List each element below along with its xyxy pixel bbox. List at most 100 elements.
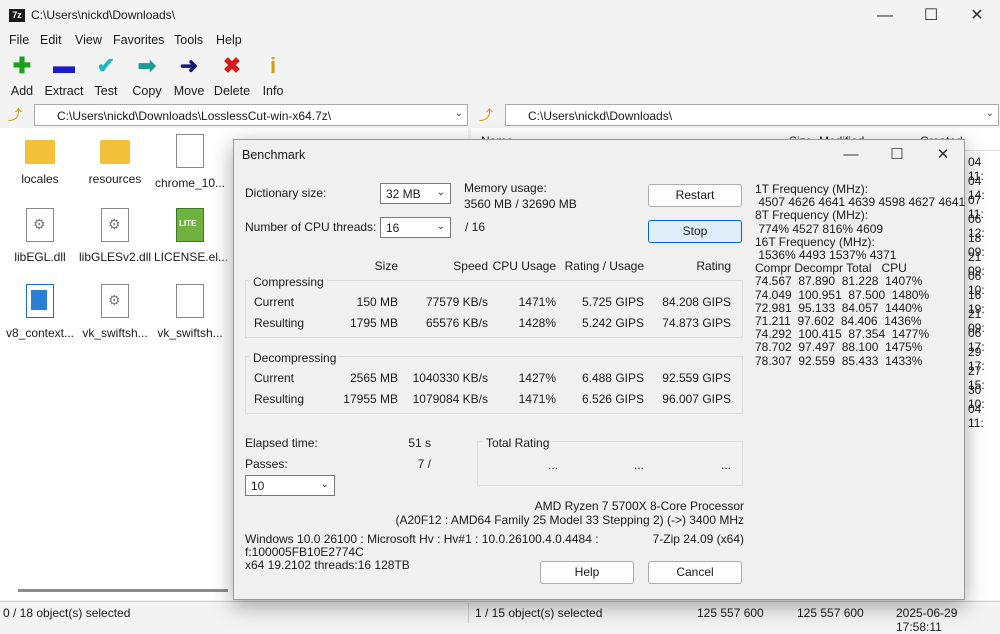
total-overall-rating: ... <box>720 458 731 472</box>
passes-value: 7 / <box>417 457 431 471</box>
add-label: Add <box>10 84 34 98</box>
dialog-maximize-icon[interactable]: ☐ <box>874 140 920 170</box>
info-button[interactable]: i Info <box>251 53 295 99</box>
file-item[interactable]: LICENSE.el... <box>154 208 228 264</box>
status-datetime: 2025-06-29 17:58:11 <box>896 606 958 634</box>
file-item[interactable]: resources <box>79 134 151 186</box>
delete-button[interactable]: ✖ Delete <box>210 53 254 99</box>
decompress-speed-cell: 1040330 KB/s <box>412 371 488 385</box>
move-button[interactable]: ➜ Move <box>167 53 211 99</box>
add-button[interactable]: ✚ Add <box>0 54 44 99</box>
check-icon: ✔ <box>96 53 116 78</box>
passes-select-value: 10 <box>251 479 265 493</box>
left-address-bar[interactable]: C:\Users\nickd\Downloads\LosslessCut-win… <box>34 104 468 126</box>
maximize-icon[interactable]: ☐ <box>908 0 954 31</box>
status-size: 125 557 600 <box>697 606 764 620</box>
stop-button[interactable]: Stop <box>648 220 742 243</box>
left-up-folder-icon[interactable]: ⤴ <box>4 104 26 126</box>
file-item[interactable]: v8_context... <box>4 284 76 340</box>
delete-label: Delete <box>213 84 251 98</box>
file-name: libGLESv2.dll <box>79 250 152 264</box>
menu-file[interactable]: File <box>9 33 29 47</box>
menu-tools[interactable]: Tools <box>174 33 203 47</box>
document-icon <box>176 134 204 168</box>
file-item[interactable]: chrome_10... <box>154 134 226 190</box>
memory-usage-label: Memory usage: <box>464 181 547 195</box>
dialog-minimize-icon[interactable]: — <box>828 140 874 170</box>
total-rating-title: Total Rating <box>483 436 553 450</box>
version-text: 7-Zip 24.09 (x64) <box>652 532 744 546</box>
extract-label: Extract <box>44 84 84 98</box>
menu-view[interactable]: View <box>75 33 102 47</box>
delete-x-icon: ✖ <box>222 53 242 78</box>
compress-row-label: Resulting <box>254 316 305 330</box>
lite-document-icon <box>176 208 204 242</box>
restart-button[interactable]: Restart <box>648 184 742 207</box>
compress-cpu-cell: 1428% <box>518 316 556 330</box>
app-icon: 7z <box>9 9 25 22</box>
right-address-bar[interactable]: C:\Users\nickd\Downloads\ ⌄ <box>505 104 999 126</box>
elapsed-time-label: Elapsed time: <box>245 436 318 450</box>
test-button[interactable]: ✔ Test <box>84 53 128 99</box>
cpu-name: AMD Ryzen 7 5700X 8-Core Processor <box>534 499 744 513</box>
compress-size-cell: 150 MB <box>356 295 398 309</box>
info-icon: i <box>269 53 277 78</box>
cpu-detail: (A20F12 : AMD64 Family 25 Model 33 Stepp… <box>395 513 745 527</box>
decompress-speed-cell: 1079084 KB/s <box>412 392 488 406</box>
extract-button[interactable]: ▬ Extract <box>42 53 86 99</box>
minus-icon: ▬ <box>53 53 75 78</box>
decompress-ru-cell: 6.526 GIPS <box>581 392 644 406</box>
right-up-folder-icon[interactable]: ⤴ <box>475 104 497 126</box>
move-label: Move <box>173 84 205 98</box>
cpu-threads-select[interactable]: 16 ⌄ <box>380 217 451 238</box>
dll-gear-icon <box>101 284 129 318</box>
os-info-line2: f:100005FB10E2774C <box>245 545 364 559</box>
horizontal-scrollbar[interactable] <box>18 589 228 592</box>
close-icon[interactable]: ✕ <box>954 0 1000 31</box>
header-rating-usage: Rating / Usage <box>564 259 644 273</box>
cpu-threads-total: / 16 <box>465 220 486 234</box>
v8-snapshot-icon <box>26 284 54 318</box>
compress-ru-cell: 5.242 GIPS <box>581 316 644 330</box>
dictionary-size-select[interactable]: 32 MB ⌄ <box>380 183 451 204</box>
benchmark-dialog: Benchmark — ☐ ✕ Dictionary size: 32 MB ⌄… <box>233 139 965 600</box>
file-item[interactable]: libEGL.dll <box>4 208 76 264</box>
document-icon <box>176 284 204 318</box>
passes-label: Passes: <box>245 457 288 471</box>
help-button[interactable]: Help <box>540 561 634 584</box>
frequency-log-line: 774% 4527 816% 4609 <box>755 221 884 236</box>
file-item[interactable]: vk_swiftsh... <box>79 284 151 340</box>
chevron-down-icon[interactable]: ⌄ <box>986 108 994 119</box>
minimize-icon[interactable]: — <box>862 0 908 31</box>
file-item[interactable]: locales <box>4 134 76 186</box>
file-item[interactable]: vk_swiftsh... <box>154 284 226 340</box>
decompress-row-label: Resulting <box>254 392 305 406</box>
compress-rating-cell: 84.208 GIPS <box>662 295 731 309</box>
frequency-log-line: 8T Frequency (MHz): <box>755 208 869 223</box>
menu-favorites[interactable]: Favorites <box>113 33 164 47</box>
frequency-log-line: 74.049 100.951 87.500 1480% <box>755 287 930 302</box>
chevron-down-icon[interactable]: ⌄ <box>455 108 463 119</box>
frequency-log-line: 78.307 92.559 85.433 1433% <box>755 353 923 368</box>
menu-help[interactable]: Help <box>216 33 242 47</box>
status-packed-size: 125 557 600 <box>797 606 864 620</box>
compress-speed-cell: 77579 KB/s <box>425 295 488 309</box>
file-name: vk_swiftsh... <box>82 326 148 340</box>
file-name: libEGL.dll <box>14 250 66 264</box>
move-arrow-icon: ➜ <box>179 53 199 78</box>
decompress-rating-cell: 92.559 GIPS <box>662 371 731 385</box>
copy-button[interactable]: ➡ Copy <box>125 54 169 99</box>
file-name: chrome_10... <box>154 176 226 190</box>
decompress-cpu-cell: 1427% <box>518 371 556 385</box>
cancel-button[interactable]: Cancel <box>648 561 742 584</box>
passes-select[interactable]: 10 ⌄ <box>245 475 335 496</box>
header-cpu-usage: CPU Usage <box>492 259 556 273</box>
dialog-close-icon[interactable]: ✕ <box>920 140 966 170</box>
right-address-text: C:\Users\nickd\Downloads\ <box>528 109 673 123</box>
os-info-line1: Windows 10.0 26100 : Microsoft Hv : Hv#1… <box>245 532 599 546</box>
dll-gear-icon <box>101 208 129 242</box>
compress-ru-cell: 5.725 GIPS <box>581 295 644 309</box>
menu-edit[interactable]: Edit <box>40 33 62 47</box>
compressing-title: Compressing <box>250 275 327 289</box>
file-item[interactable]: libGLESv2.dll <box>79 208 151 264</box>
